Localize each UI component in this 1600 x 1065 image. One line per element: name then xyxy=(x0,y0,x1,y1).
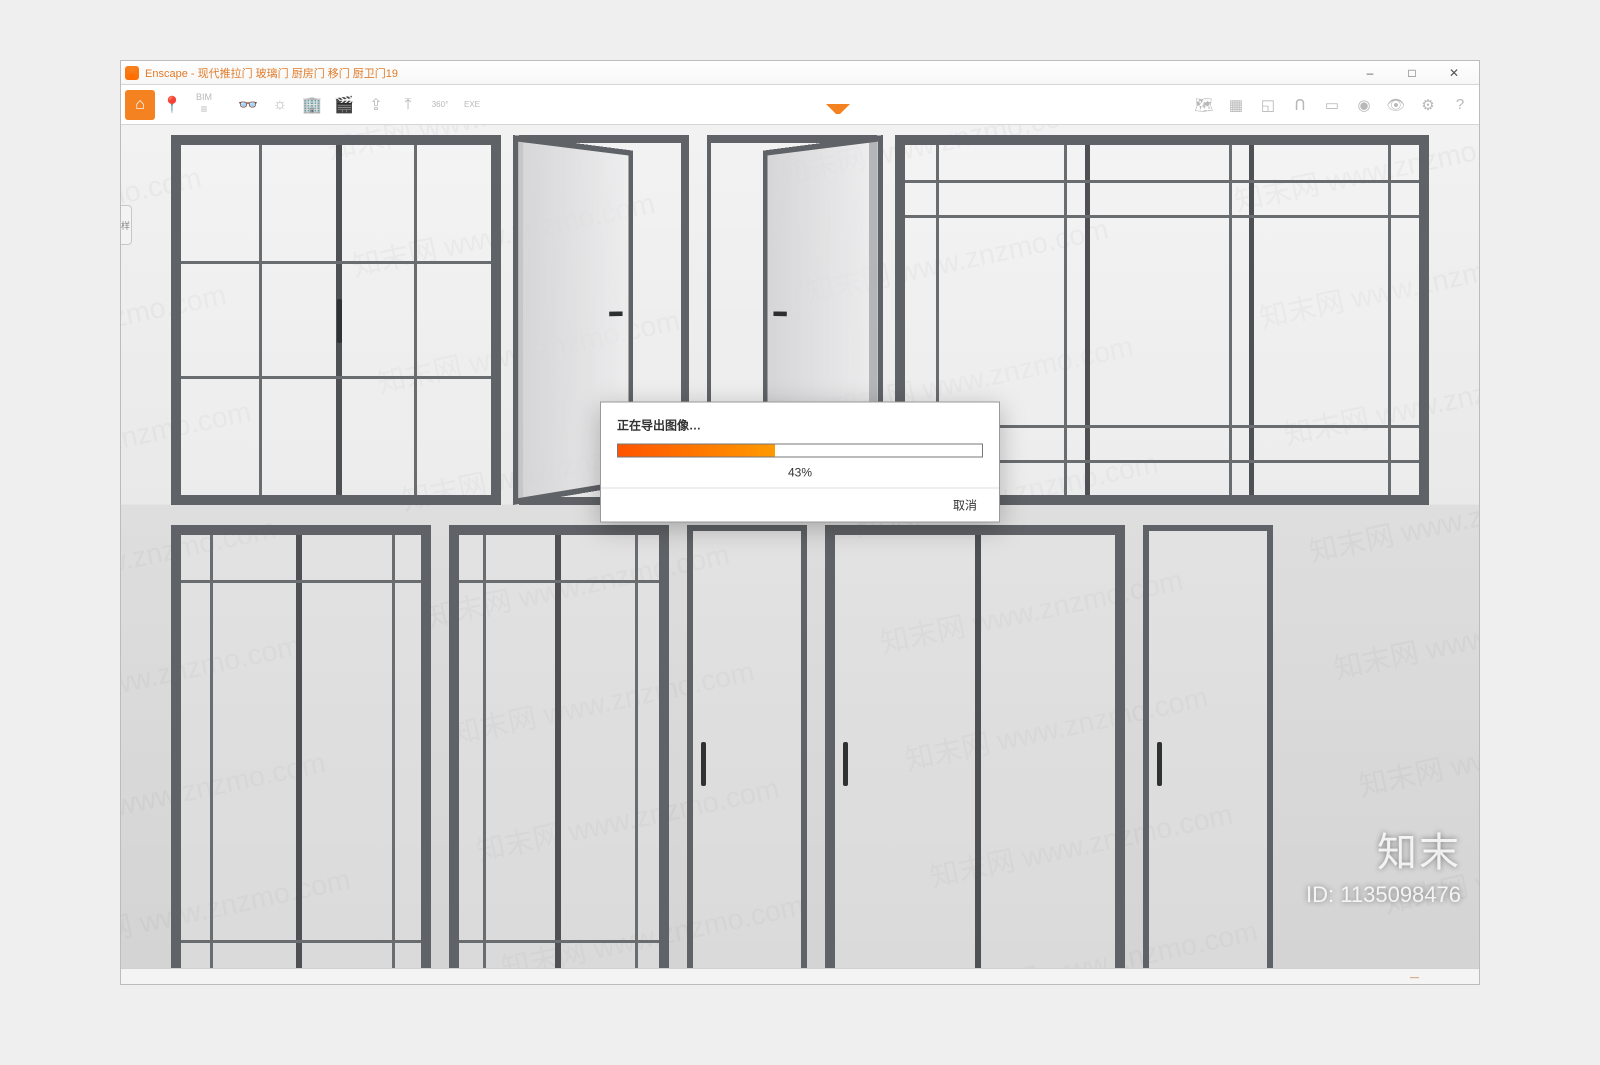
door-row-bottom xyxy=(171,525,1429,968)
side-panel-tab[interactable]: 样 xyxy=(121,205,132,245)
bim-icon[interactable]: BIM≡ xyxy=(189,90,219,120)
door-sliding-grid-3 xyxy=(171,525,431,968)
vr-icon[interactable]: ◉ xyxy=(1349,90,1379,120)
window-minimize-button[interactable]: – xyxy=(1349,61,1391,84)
door-single-1 xyxy=(687,525,807,968)
app-name: Enscape xyxy=(145,68,188,80)
building-icon[interactable]: 🏢 xyxy=(297,90,327,120)
map-icon[interactable]: 🗺 xyxy=(1189,90,1219,120)
window-maximize-button[interactable]: □ xyxy=(1391,61,1433,84)
door-single-2 xyxy=(1143,525,1273,968)
render-viewport[interactable]: 知末网 www.znzmo.com知末网 www.znzmo.com知末网 ww… xyxy=(121,125,1479,968)
eye-icon[interactable]: 👁 xyxy=(1381,90,1411,120)
status-bar: — xyxy=(121,968,1479,984)
export-pano-icon[interactable]: ⤒ xyxy=(393,90,423,120)
status-text: — xyxy=(1410,972,1419,982)
home-icon[interactable]: ⌂ xyxy=(125,90,155,120)
gate-icon[interactable]: ᑎ xyxy=(1285,90,1315,120)
progress-percent-label: 43% xyxy=(617,466,983,480)
door-sliding-grid-4 xyxy=(449,525,669,968)
camera-icon[interactable]: ▭ xyxy=(1317,90,1347,120)
sun-icon[interactable]: ☼ xyxy=(265,90,295,120)
export-360-icon[interactable]: 360° xyxy=(425,90,455,120)
toolbar-center-caret-icon[interactable] xyxy=(826,104,850,116)
app-window: Enscape - 现代推拉门 玻璃门 厨房门 移门 厨卫门19 – □ ✕ ⌂… xyxy=(120,60,1480,985)
app-logo-icon xyxy=(125,66,139,80)
progress-bar xyxy=(617,444,983,458)
document-title: - 现代推拉门 玻璃门 厨房门 移门 厨卫门19 xyxy=(188,68,398,80)
door-sliding-grid-1 xyxy=(171,135,501,505)
library-icon[interactable]: ▦ xyxy=(1221,90,1251,120)
binoculars-icon[interactable]: 👓 xyxy=(233,90,263,120)
export-exe-icon[interactable]: EXE xyxy=(457,90,487,120)
pin-icon[interactable]: 📍 xyxy=(157,90,187,120)
clapper-icon[interactable]: 🎬 xyxy=(329,90,359,120)
settings-icon[interactable]: ⚙ xyxy=(1413,90,1443,120)
door-sliding-plain-1 xyxy=(825,525,1125,968)
window-close-button[interactable]: ✕ xyxy=(1433,61,1475,84)
export-img-icon[interactable]: ⇪ xyxy=(361,90,391,120)
progress-bar-fill xyxy=(618,445,775,457)
main-toolbar: ⌂📍BIM≡ 👓☼🏢🎬⇪⤒360°EXE 🗺▦◱ᑎ▭◉👁⚙? xyxy=(121,85,1479,125)
export-progress-dialog: 正在导出图像… 43% 取消 xyxy=(600,402,1000,523)
cancel-button[interactable]: 取消 xyxy=(945,495,985,516)
cube-icon[interactable]: ◱ xyxy=(1253,90,1283,120)
dialog-title: 正在导出图像… xyxy=(617,417,983,434)
title-bar: Enscape - 现代推拉门 玻璃门 厨房门 移门 厨卫门19 – □ ✕ xyxy=(121,61,1479,85)
app-title: Enscape - 现代推拉门 玻璃门 厨房门 移门 厨卫门19 xyxy=(145,65,398,81)
help-icon[interactable]: ? xyxy=(1445,90,1475,120)
